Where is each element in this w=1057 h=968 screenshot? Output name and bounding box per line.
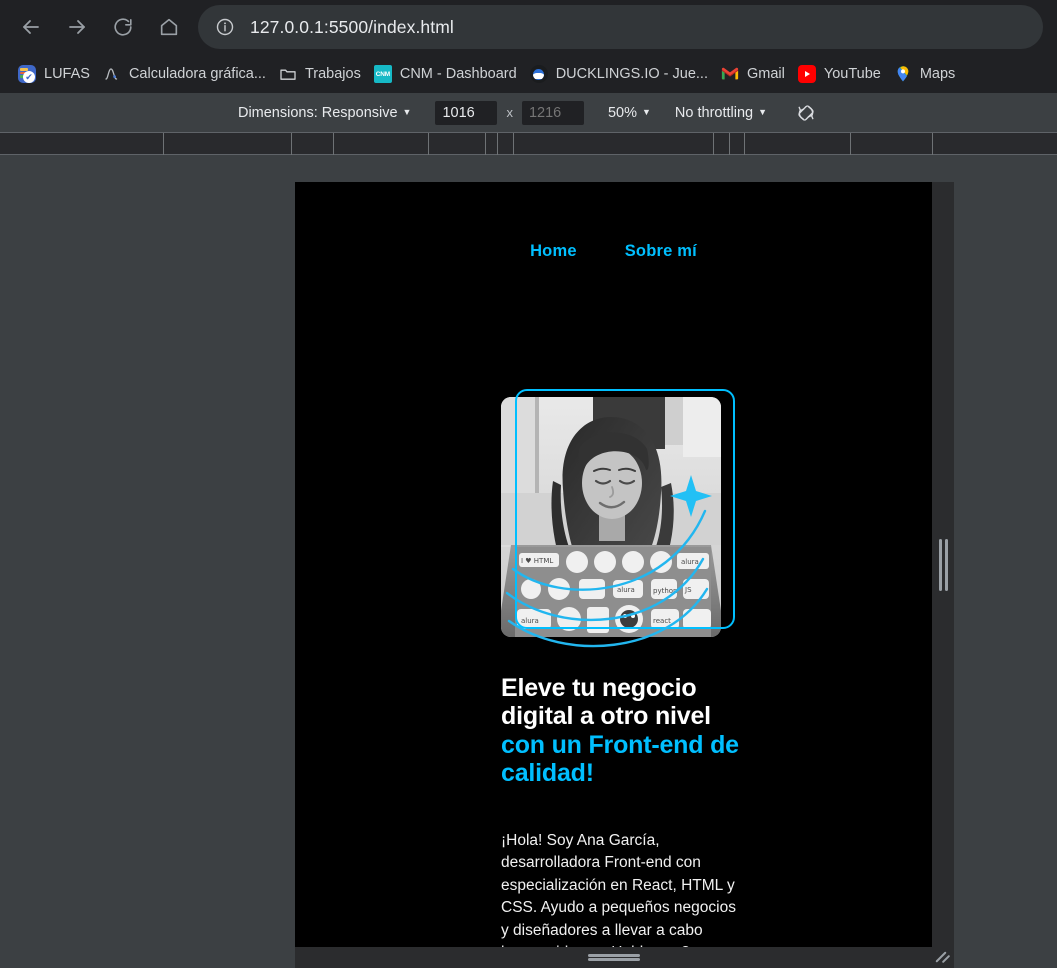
ruler-tick [428,133,429,155]
svg-text:I ♥ HTML: I ♥ HTML [521,557,553,565]
bookmark-cnm-dashboard[interactable]: CNM CNM - Dashboard [370,60,526,88]
bookmark-label: Calculadora gráfica... [128,66,266,82]
arrow-left-icon [19,15,43,39]
bookmark-ducklings-io[interactable]: DUCKLINGS.IO - Jue... [526,60,717,88]
emulated-viewport: Home Sobre mí I ♥ HTML alura alura JS py… [295,182,932,947]
cnm-icon: CNM [373,65,392,83]
ruler-tick [850,133,851,155]
chevron-down-icon: ▼ [758,107,768,117]
throttling-dropdown[interactable]: No throttling ▼ [675,105,767,121]
home-icon [158,16,180,38]
bookmarks-bar: ✔ LUFAS Calculadora gráfica... Trabajos … [0,55,1057,93]
nav-link-home[interactable]: Home [530,242,577,261]
ruler-tick [291,133,292,155]
bookmark-gmail[interactable]: Gmail [717,60,794,88]
bookmark-label: LUFAS [44,66,90,82]
youtube-icon [797,65,816,83]
address-bar-url: 127.0.0.1:5500/index.html [250,16,454,37]
bookmark-label: YouTube [823,66,881,82]
svg-text:alura: alura [681,558,699,566]
bookmark-youtube[interactable]: YouTube [794,60,890,88]
viewport-height-input[interactable] [521,100,584,125]
resize-handle-bottom[interactable] [295,947,932,968]
google-maps-icon [894,65,912,83]
bookmark-label: Gmail [746,66,785,82]
ruler-tick [497,133,498,155]
bookmark-lufas[interactable]: ✔ LUFAS [14,60,99,88]
dimensions-dropdown[interactable]: Dimensions: Responsive ▼ [238,105,412,121]
forward-button[interactable] [54,0,100,53]
ruler-tick [729,133,730,155]
hero-portrait-photo: I ♥ HTML alura alura JS python alura rea… [501,397,721,637]
bookmark-calculadora-grafica[interactable]: Calculadora gráfica... [99,60,275,88]
svg-text:python: python [653,587,678,595]
hero-heading-accent: con un Front-end de calidad! [501,730,739,787]
bookmark-trabajos[interactable]: Trabajos [275,60,370,88]
browser-window: 127.0.0.1:5500/index.html ✔ LUFAS Calcul… [0,0,1057,968]
resize-handle-right[interactable] [932,182,954,947]
desmos-graph-icon [103,65,121,83]
arrow-right-icon [65,15,89,39]
lufas-icon: ✔ [18,65,36,83]
zoom-label: 50% [607,104,637,121]
bookmark-maps[interactable]: Maps [890,60,964,88]
home-button[interactable] [146,0,192,53]
zoom-dropdown[interactable]: 50% ▼ [608,105,651,121]
bookmark-label: DUCKLINGS.IO - Jue... [555,66,708,82]
browser-toolbar: 127.0.0.1:5500/index.html [0,0,1057,53]
throttling-label: No throttling [674,104,754,121]
ruler-tick [163,133,164,155]
hero-heading: Eleve tu negocio digital a otro nivel co… [501,674,741,787]
web-page: Home Sobre mí I ♥ HTML alura alura JS py… [295,182,932,947]
dimension-separator: x [506,105,513,120]
ruler-tick [744,133,745,155]
nav-link-sobre-mi[interactable]: Sobre mí [625,242,697,261]
svg-text:alura: alura [521,617,539,625]
rotate-device-icon[interactable] [793,100,819,126]
svg-text:react: react [653,617,671,625]
ruler-tick [333,133,334,155]
site-navigation: Home Sobre mí [295,242,932,261]
hero-image-block: I ♥ HTML alura alura JS python alura rea… [501,389,735,648]
svg-text:alura: alura [617,586,635,594]
svg-text:JS: JS [684,586,692,594]
hero-heading-bridge: nivel [654,702,711,731]
bookmark-label: CNM - Dashboard [399,66,517,82]
ruler-tick [485,133,486,155]
back-button[interactable] [8,0,54,53]
dimensions-label: Dimensions: Responsive [237,104,398,121]
device-emulation-area: Home Sobre mí I ♥ HTML alura alura JS py… [0,155,1057,968]
viewport-ruler [0,133,1057,155]
address-bar[interactable]: 127.0.0.1:5500/index.html [198,5,1043,49]
hero-description: ¡Hola! Soy Ana García, desarrolladora Fr… [501,832,736,947]
reload-button[interactable] [100,0,146,53]
gmail-icon [721,65,739,83]
reload-icon [112,16,134,38]
chevron-down-icon: ▼ [402,107,412,117]
device-toolbar: Dimensions: Responsive ▼ x 50% ▼ No thro… [0,93,1057,133]
navigation-buttons [0,0,192,53]
ruler-tick [513,133,514,155]
ruler-tick [932,133,933,155]
viewport-width-input[interactable] [435,100,498,125]
ruler-tick [713,133,714,155]
resize-handle-corner[interactable] [932,947,954,968]
bookmark-label: Maps [919,66,956,82]
chevron-down-icon: ▼ [642,107,651,117]
bookmark-label: Trabajos [304,66,361,82]
info-circle-icon[interactable] [212,14,238,40]
folder-icon [279,65,297,83]
ducklings-icon [529,65,548,83]
